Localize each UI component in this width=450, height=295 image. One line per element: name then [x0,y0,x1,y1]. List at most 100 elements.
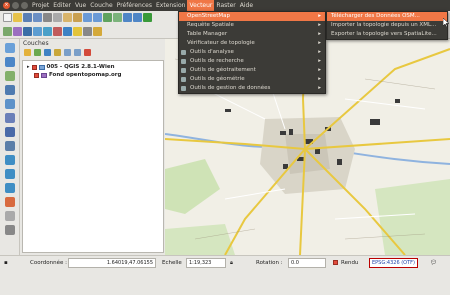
menu-item-label: Outils de géométrie [190,76,245,82]
add-raster-layer-icon[interactable] [4,71,15,81]
delimited-text-icon[interactable] [4,197,15,207]
menu-vecteur[interactable]: Vecteur [187,0,215,11]
menu-item-outils-gestion-donnees[interactable]: Outils de gestion de données ▸ [179,84,325,93]
layer-label: Fond opentopomap.org [49,72,122,78]
layers-list: ▸ 005 - QGIS 2.8.1-Wien Fond opentopomap… [22,60,164,253]
identify-icon[interactable] [63,27,72,36]
scale-field[interactable]: 1:19,323 [186,258,226,268]
layers-panel-toolbar [20,48,165,58]
refresh-icon[interactable] [143,13,152,22]
zoom-layer-icon[interactable] [113,13,122,22]
layer-row[interactable]: ▸ 005 - QGIS 2.8.1-Wien [23,63,163,71]
select-icon[interactable] [73,27,82,36]
menu-item-label: Outils d'analyse [190,49,234,55]
menu-item-outils-geometrie[interactable]: Outils de géométrie ▸ [179,75,325,84]
add-wms-icon[interactable] [43,27,52,36]
manage-visibility-icon[interactable] [44,49,51,56]
layer-label: 005 - QGIS 2.8.1-Wien [46,64,115,70]
virtual-layer-icon[interactable] [4,225,15,235]
menu-item-label: OpenStreetMap [187,13,231,19]
menu-item-requete-spatiale[interactable]: Requête Spatiale ▸ [179,21,325,30]
remove-layer-icon[interactable] [84,49,91,56]
open-project-icon[interactable] [13,13,22,22]
menu-item-label: Exporter la topologie vers SpatiaLite... [331,31,437,37]
composer-icon[interactable] [53,13,62,22]
wfs-icon[interactable] [4,183,15,193]
pan-to-selection-icon[interactable] [73,13,82,22]
menu-raster[interactable]: Raster [214,0,237,11]
collapse-all-icon[interactable] [74,49,81,56]
add-raster-icon[interactable] [13,27,22,36]
add-line-icon[interactable] [4,85,15,95]
save-project-icon[interactable] [23,13,32,22]
pan-icon[interactable] [63,13,72,22]
menu-item-outils-geotraitement[interactable]: Outils de géotraitement ▸ [179,66,325,75]
expand-arrow-icon[interactable]: ▸ [27,64,30,70]
menu-item-openstreetmap[interactable]: OpenStreetMap ▸ [179,12,325,21]
minimize-window-button[interactable] [12,2,19,9]
zoom-out-icon[interactable] [93,13,102,22]
menu-extension[interactable]: Extension [154,0,187,11]
menubar: × Projet Editer Vue Couche Préférences E… [0,0,450,11]
window-controls: × [0,2,30,9]
filter-legend-icon[interactable] [54,49,61,56]
mssql-icon[interactable] [4,127,15,137]
lock-scale-icon[interactable]: 🔒︎ [230,258,233,268]
add-vector-icon[interactable] [3,27,12,36]
zoom-next-icon[interactable] [133,13,142,22]
zoom-last-icon[interactable] [123,13,132,22]
menu-item-telecharger-osm[interactable]: Télécharger des Données OSM... [327,12,447,21]
menu-editer[interactable]: Editer [51,0,73,11]
menu-item-outils-recherche[interactable]: Outils de recherche ▸ [179,57,325,66]
layer-row[interactable]: Fond opentopomap.org [23,71,163,79]
zoom-full-icon[interactable] [103,13,112,22]
menu-item-exporter-topologie[interactable]: Exporter la topologie vers SpatiaLite... [327,30,447,39]
menu-item-table-manager[interactable]: Table Manager ▸ [179,30,325,39]
submenu-arrow-icon: ▸ [318,76,321,82]
add-spatialite-icon[interactable] [33,27,42,36]
add-polygon-icon[interactable] [4,99,15,109]
annotation-icon[interactable] [93,27,102,36]
messages-icon[interactable]: 💬︎ [430,258,437,268]
geoprocessing-tools-icon [181,68,186,73]
save-as-icon[interactable] [33,13,42,22]
coordinate-field[interactable]: 1.64019,47.06155 [68,258,156,268]
rotation-field[interactable]: 0.0 [288,258,326,268]
rotation-label: Rotation : [256,260,283,266]
zoom-in-icon[interactable] [83,13,92,22]
add-group-icon[interactable] [34,49,41,56]
menu-item-outils-analyse[interactable]: Outils d'analyse ▸ [179,48,325,57]
layer-visibility-checkbox[interactable] [34,72,39,78]
add-layer-icon[interactable] [4,43,15,53]
menu-projet[interactable]: Projet [30,0,51,11]
status-message-icon: ▪ [4,260,8,266]
wms-icon[interactable] [4,155,15,165]
wcs-icon[interactable] [4,169,15,179]
status-bar: ▪ Coordonnée : 1.64019,47.06155 Echelle … [0,255,450,295]
open-layer-styling-icon[interactable] [24,49,31,56]
print-icon[interactable] [43,13,52,22]
new-project-icon[interactable] [3,13,12,22]
submenu-arrow-icon: ▸ [318,58,321,64]
menu-couche[interactable]: Couche [88,0,114,11]
render-checkbox[interactable] [333,260,338,265]
menu-item-importer-topologie[interactable]: Importer la topologie depuis un XML... [327,21,447,30]
spatialite-icon[interactable] [4,113,15,123]
add-postgis-icon[interactable] [23,27,32,36]
measure-icon[interactable] [83,27,92,36]
menu-item-label: Requête Spatiale [187,22,234,28]
digitize-icon[interactable] [4,57,15,67]
add-wfs-icon[interactable] [53,27,62,36]
menu-aide[interactable]: Aide [238,0,255,11]
menu-vue[interactable]: Vue [73,0,88,11]
crs-status-button[interactable]: EPSG:4326 (OTF) [369,258,418,268]
maximize-window-button[interactable] [21,2,28,9]
layer-visibility-checkbox[interactable] [31,64,37,70]
csv-icon[interactable] [4,211,15,221]
menu-item-verificateur-topologie[interactable]: Vérificateur de topologie ▸ [179,39,325,48]
menu-preferences[interactable]: Préférences [115,0,154,11]
expand-all-icon[interactable] [64,49,71,56]
close-window-button[interactable]: × [3,2,10,9]
oracle-icon[interactable] [4,141,15,151]
menu-item-label: Vérificateur de topologie [187,40,255,46]
